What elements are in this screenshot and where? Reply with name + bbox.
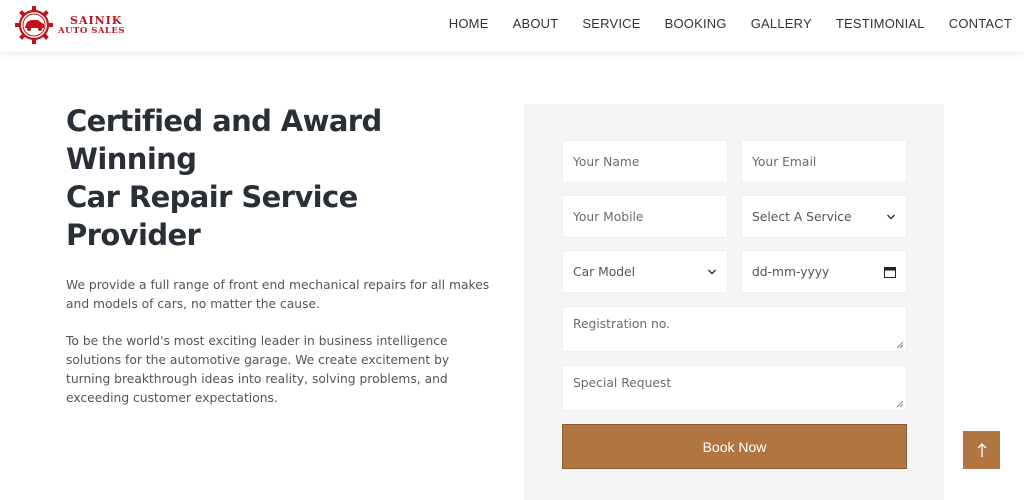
- nav-service[interactable]: SERVICE: [582, 16, 640, 31]
- nav-testimonial[interactable]: TESTIMONIAL: [836, 16, 925, 31]
- nav-home[interactable]: HOME: [449, 16, 489, 31]
- mobile-placeholder: Your Mobile: [573, 209, 644, 224]
- arrow-up-icon: [977, 443, 986, 457]
- special-request-placeholder: Special Request: [573, 376, 672, 390]
- headline-line2: Car Repair Service Provider: [66, 180, 358, 252]
- date-placeholder: dd-mm-yyyy: [752, 264, 830, 279]
- brand-line2: AUTO SALES: [58, 25, 126, 36]
- book-now-button[interactable]: Book Now: [562, 424, 907, 469]
- chevron-down-icon: [708, 269, 716, 274]
- mission-paragraph: To be the world's most exciting leader i…: [66, 334, 450, 405]
- site-header: SAINIK AUTO SALES HOME ABOUT SERVICE BOO…: [0, 0, 1024, 52]
- mobile-field[interactable]: Your Mobile: [562, 195, 728, 238]
- brand-line1: SAINIK: [70, 13, 123, 27]
- calendar-icon[interactable]: [884, 266, 896, 278]
- registration-placeholder: Registration no.: [573, 317, 671, 331]
- car-model-select[interactable]: Car Model: [562, 250, 728, 293]
- resize-handle-icon[interactable]: [896, 400, 904, 408]
- date-field[interactable]: dd-mm-yyyy: [741, 250, 907, 293]
- service-select-value: Select A Service: [752, 209, 852, 224]
- hero-content: Certified and Award Winning Car Repair S…: [66, 102, 491, 408]
- headline-line1: Certified and Award Winning: [66, 104, 382, 176]
- main-nav: HOME ABOUT SERVICE BOOKING GALLERY TESTI…: [425, 0, 1012, 46]
- back-to-top-button[interactable]: [963, 431, 1000, 469]
- email-placeholder: Your Email: [752, 154, 817, 169]
- brand-name: SAINIK AUTO SALES: [58, 15, 125, 36]
- service-select[interactable]: Select A Service: [741, 195, 907, 238]
- nav-booking[interactable]: BOOKING: [665, 16, 727, 31]
- registration-field[interactable]: Registration no.: [562, 306, 907, 352]
- gear-car-logo-icon: [15, 6, 53, 44]
- car-model-select-value: Car Model: [573, 264, 636, 279]
- nav-about[interactable]: ABOUT: [513, 16, 559, 31]
- nav-contact[interactable]: CONTACT: [949, 16, 1012, 31]
- brand-logo[interactable]: SAINIK AUTO SALES: [12, 3, 142, 47]
- booking-form: Your Name Your Email Your Mobile Select …: [524, 104, 944, 500]
- name-placeholder: Your Name: [573, 154, 640, 169]
- chevron-down-icon: [887, 214, 895, 219]
- nav-gallery[interactable]: GALLERY: [751, 16, 812, 31]
- name-field[interactable]: Your Name: [562, 140, 728, 183]
- page-title: Certified and Award Winning Car Repair S…: [66, 102, 491, 254]
- resize-handle-icon[interactable]: [896, 341, 904, 349]
- intro-paragraph: We provide a full range of front end mec…: [66, 278, 490, 311]
- email-field[interactable]: Your Email: [741, 140, 907, 183]
- special-request-field[interactable]: Special Request: [562, 365, 907, 411]
